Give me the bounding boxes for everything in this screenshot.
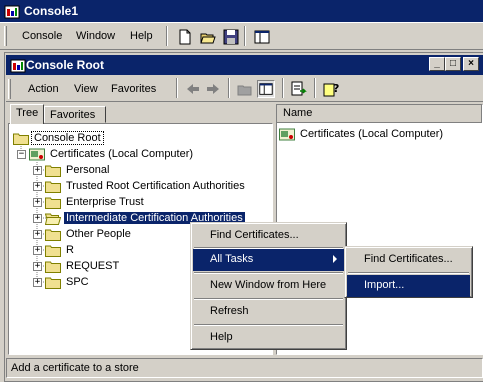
menu-action[interactable]: Action bbox=[28, 83, 59, 95]
folder-icon bbox=[45, 165, 61, 177]
toolbar-separator bbox=[166, 26, 168, 46]
expand-icon[interactable]: + bbox=[33, 165, 42, 175]
tree-label: R bbox=[66, 244, 74, 256]
new-icon[interactable] bbox=[176, 28, 194, 46]
tree-node-spc[interactable]: + SPC bbox=[33, 274, 91, 290]
menu-window[interactable]: Window bbox=[76, 30, 115, 42]
tree-label: Console Root bbox=[31, 131, 104, 145]
main-menubar: Console Window Help bbox=[0, 22, 483, 50]
menu-item-refresh[interactable]: Refresh bbox=[193, 301, 344, 323]
menu-help[interactable]: Help bbox=[130, 30, 153, 42]
tree-node-console-root[interactable]: Console Root bbox=[13, 130, 104, 146]
toolbar-separator bbox=[176, 78, 178, 98]
minimize-button[interactable]: _ bbox=[429, 57, 445, 71]
folder-icon bbox=[45, 181, 61, 193]
tree-node-enterprise-trust[interactable]: + Enterprise Trust bbox=[33, 194, 146, 210]
show-hide-tree-icon[interactable] bbox=[257, 80, 275, 98]
menu-item-new-window[interactable]: New Window from Here bbox=[193, 275, 344, 297]
expand-icon[interactable]: + bbox=[33, 245, 42, 255]
restore-button[interactable]: □ bbox=[445, 57, 461, 71]
tab-favorites[interactable]: Favorites bbox=[44, 106, 106, 123]
tree-label: SPC bbox=[66, 276, 89, 288]
menu-view[interactable]: View bbox=[74, 83, 98, 95]
up-icon[interactable] bbox=[236, 80, 254, 98]
toolbar-separator bbox=[244, 26, 246, 46]
console-root-title: Console Root bbox=[26, 58, 104, 72]
menu-favorites[interactable]: Favorites bbox=[111, 83, 156, 95]
tree-node-request[interactable]: + REQUEST bbox=[33, 258, 121, 274]
all-tasks-submenu: Find Certificates... Import... bbox=[344, 246, 473, 298]
toolbar-separator bbox=[282, 78, 284, 98]
mmc-icon bbox=[4, 5, 20, 19]
forward-icon[interactable] bbox=[204, 80, 222, 98]
tree-label: Trusted Root Certification Authorities bbox=[66, 180, 245, 192]
list-item[interactable]: Certificates (Local Computer) bbox=[279, 126, 445, 142]
save-icon[interactable] bbox=[222, 28, 240, 46]
tree-node-other-people[interactable]: + Other People bbox=[33, 226, 133, 242]
expand-icon[interactable]: + bbox=[33, 261, 42, 271]
close-button[interactable]: × bbox=[463, 57, 479, 71]
tree-node-personal[interactable]: + Personal bbox=[33, 162, 111, 178]
tree-node-r[interactable]: + R bbox=[33, 242, 76, 258]
expand-icon[interactable]: + bbox=[33, 197, 42, 207]
menu-console[interactable]: Console bbox=[22, 30, 62, 42]
tree-label: REQUEST bbox=[66, 260, 120, 272]
help-icon[interactable]: ? bbox=[322, 80, 340, 98]
tab-tree[interactable]: Tree bbox=[10, 104, 44, 124]
menu-item-label: All Tasks bbox=[210, 253, 254, 265]
tree-node-trusted-root[interactable]: + Trusted Root Certification Authorities bbox=[33, 178, 247, 194]
folder-icon bbox=[13, 133, 29, 145]
context-menu: Find Certificates... All Tasks New Windo… bbox=[190, 222, 347, 350]
status-bar: Add a certificate to a store bbox=[6, 358, 483, 378]
new-window-icon[interactable] bbox=[253, 28, 271, 46]
menu-separator bbox=[348, 272, 469, 274]
submenu-item-find-certificates[interactable]: Find Certificates... bbox=[347, 249, 470, 271]
folder-icon bbox=[45, 229, 61, 241]
folder-icon bbox=[45, 245, 61, 257]
folder-icon bbox=[45, 277, 61, 289]
expand-icon[interactable]: + bbox=[33, 277, 42, 287]
folder-icon bbox=[45, 261, 61, 273]
export-list-icon[interactable] bbox=[290, 80, 308, 98]
tree-label: Enterprise Trust bbox=[66, 196, 144, 208]
app-titlebar: Console1 bbox=[0, 0, 483, 22]
mmc-icon bbox=[10, 59, 26, 73]
console-root-titlebar: Console Root _ □ × bbox=[6, 55, 483, 75]
tree-label: Personal bbox=[66, 164, 110, 176]
expand-icon[interactable]: + bbox=[33, 229, 42, 239]
submenu-item-import[interactable]: Import... bbox=[347, 275, 470, 297]
app-title: Console1 bbox=[24, 4, 79, 18]
tree-label: Other People bbox=[66, 228, 131, 240]
grip bbox=[8, 79, 11, 99]
collapse-icon[interactable]: − bbox=[17, 149, 26, 159]
menu-item-find-certificates[interactable]: Find Certificates... bbox=[193, 225, 344, 247]
open-icon[interactable] bbox=[199, 28, 217, 46]
list-item-label: Certificates (Local Computer) bbox=[300, 128, 444, 140]
certificate-icon bbox=[29, 148, 45, 160]
column-header-name[interactable]: Name bbox=[277, 105, 482, 123]
back-icon[interactable] bbox=[184, 80, 202, 98]
menu-item-all-tasks[interactable]: All Tasks bbox=[193, 249, 344, 271]
toolbar-separator bbox=[228, 78, 230, 98]
svg-text:?: ? bbox=[333, 82, 339, 95]
grip bbox=[4, 26, 7, 46]
certificate-icon bbox=[279, 128, 295, 140]
menu-separator bbox=[194, 298, 343, 300]
menu-item-help[interactable]: Help bbox=[193, 327, 344, 349]
expand-icon[interactable]: + bbox=[33, 213, 42, 223]
menu-separator bbox=[194, 272, 343, 274]
menu-separator bbox=[194, 324, 343, 326]
submenu-arrow-icon bbox=[333, 255, 337, 263]
tree-node-certificates[interactable]: − Certificates (Local Computer) bbox=[17, 146, 195, 162]
toolbar-separator bbox=[314, 78, 316, 98]
tree-label: Certificates (Local Computer) bbox=[50, 148, 194, 160]
open-folder-icon bbox=[45, 213, 61, 225]
console-menubar: Action View Favorites ? bbox=[6, 76, 483, 102]
folder-icon bbox=[45, 197, 61, 209]
expand-icon[interactable]: + bbox=[33, 181, 42, 191]
